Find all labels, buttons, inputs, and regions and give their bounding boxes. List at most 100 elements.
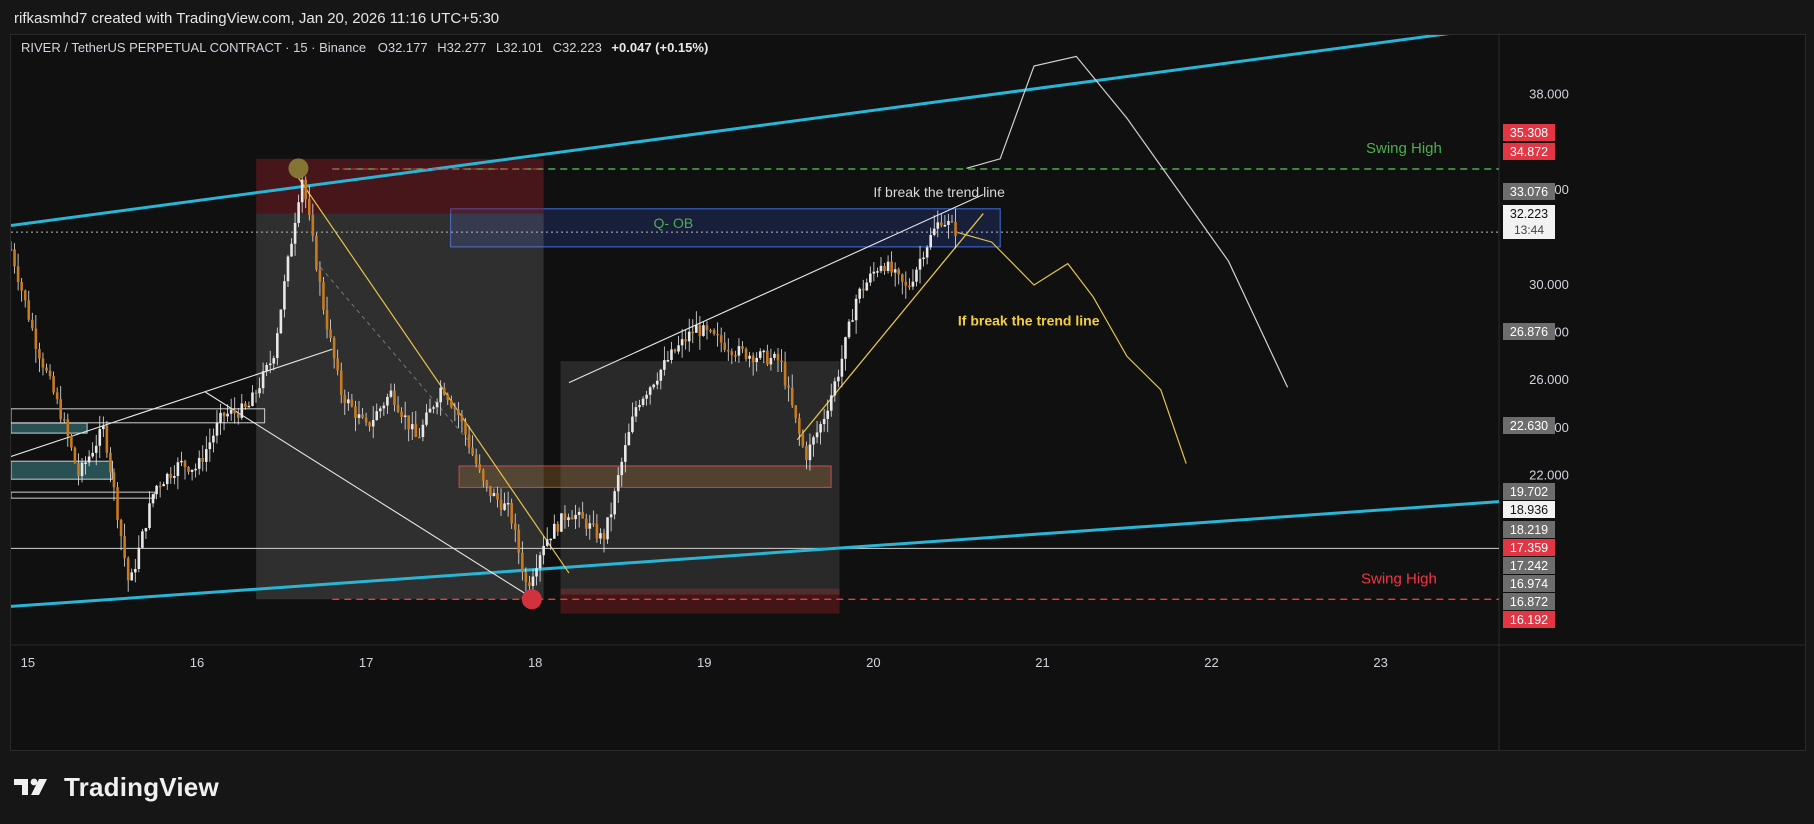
candle-body	[396, 404, 400, 412]
candle-body	[23, 290, 27, 301]
time-tick-label: 17	[359, 655, 373, 670]
candle-body	[524, 572, 528, 583]
price-tag-countdown: 13:44	[1514, 223, 1544, 237]
candle-body	[606, 517, 609, 540]
candle-body	[904, 281, 908, 286]
candle-body	[155, 485, 158, 495]
candle-body	[187, 466, 190, 472]
candle-body	[336, 358, 339, 371]
candle-body	[219, 412, 222, 424]
candle-body	[893, 269, 897, 273]
chart-frame[interactable]: If break the trend line If break the tren…	[9, 28, 1806, 751]
candle-body	[858, 288, 861, 299]
candle-body	[950, 221, 954, 223]
candle-body	[265, 364, 268, 372]
candle-body	[52, 376, 55, 393]
candle-body	[624, 445, 627, 462]
price-tag-value: 22.630	[1510, 419, 1548, 433]
candle-body	[567, 517, 570, 521]
candle-body	[602, 533, 606, 540]
candle-body	[197, 457, 201, 469]
candle-body	[680, 339, 684, 346]
candle-body	[453, 407, 457, 410]
candle-body	[723, 342, 727, 350]
candle-body	[34, 328, 38, 350]
price-tag-value: 16.192	[1510, 613, 1548, 627]
candle-body	[655, 380, 659, 385]
candle-body	[109, 452, 112, 473]
candle-body	[205, 449, 208, 462]
candle-body	[126, 558, 130, 581]
candle-body	[663, 360, 666, 370]
candle-body	[918, 258, 922, 270]
candle-body	[521, 552, 524, 573]
price-chart[interactable]: If break the trend line If break the tren…	[9, 28, 1805, 750]
candle-body	[613, 491, 616, 515]
candle-body	[730, 351, 734, 356]
candle-body	[84, 462, 87, 465]
candle-body	[687, 331, 691, 342]
candle-body	[251, 392, 254, 406]
candle-body	[936, 222, 940, 229]
candle-body	[450, 400, 453, 408]
candle-body	[492, 493, 496, 497]
candle-body	[563, 513, 567, 521]
candle-body	[410, 424, 414, 430]
candle-body	[837, 376, 840, 382]
fvg-box-small	[10, 491, 156, 499]
candle-body	[322, 282, 325, 310]
swing-low-marker	[521, 589, 542, 610]
candle-body	[368, 422, 371, 427]
candle-body	[822, 418, 826, 425]
candle-body	[943, 224, 947, 227]
candle-body	[734, 355, 737, 357]
candle-body	[840, 358, 844, 377]
candle-body	[908, 285, 911, 288]
candle-body	[499, 499, 503, 510]
candle-body	[180, 460, 183, 463]
candle-body	[922, 257, 925, 260]
candle-body	[41, 358, 45, 368]
candle-body	[854, 298, 858, 321]
candle-body	[112, 472, 116, 488]
candle-body	[954, 221, 957, 236]
candle-body	[847, 321, 851, 338]
candle-body	[407, 415, 411, 430]
time-tick-label: 21	[1035, 655, 1049, 670]
tradingview-brand[interactable]: TradingView	[14, 770, 219, 804]
candle-body	[261, 371, 265, 389]
candle-body	[240, 403, 244, 418]
candle-body	[808, 444, 812, 461]
candle-body	[833, 381, 837, 396]
candle-body	[133, 568, 137, 573]
price-tag-value: 26.876	[1510, 325, 1548, 339]
candle-body	[705, 325, 709, 331]
candle-body	[794, 405, 798, 419]
candle-body	[283, 281, 286, 310]
time-tick-label: 15	[21, 655, 35, 670]
candle-body	[510, 502, 513, 524]
legend-change: +0.047 (+0.15%)	[611, 40, 708, 55]
candle-body	[418, 436, 421, 439]
legend-open-label: O	[378, 40, 388, 55]
candle-body	[45, 367, 48, 371]
candle-body	[66, 419, 70, 436]
candle-body	[357, 414, 361, 418]
candle-body	[574, 514, 577, 520]
time-tick-label: 23	[1373, 655, 1387, 670]
candle-body	[766, 350, 769, 365]
candle-body	[343, 395, 347, 404]
candle-body	[276, 333, 279, 359]
candle-body	[386, 396, 389, 406]
candle-body	[467, 434, 471, 448]
candle-body	[648, 387, 652, 395]
candle-body	[684, 339, 687, 342]
candle-body	[304, 179, 308, 200]
time-axis: 15 16 17 18 19 20 21 22 23	[21, 655, 1388, 670]
candle-body	[652, 384, 656, 388]
tradingview-logo-icon	[14, 778, 47, 795]
candle-body	[783, 362, 787, 386]
candle-body	[70, 435, 73, 448]
candle-body	[190, 469, 194, 472]
candle-body	[435, 402, 439, 408]
